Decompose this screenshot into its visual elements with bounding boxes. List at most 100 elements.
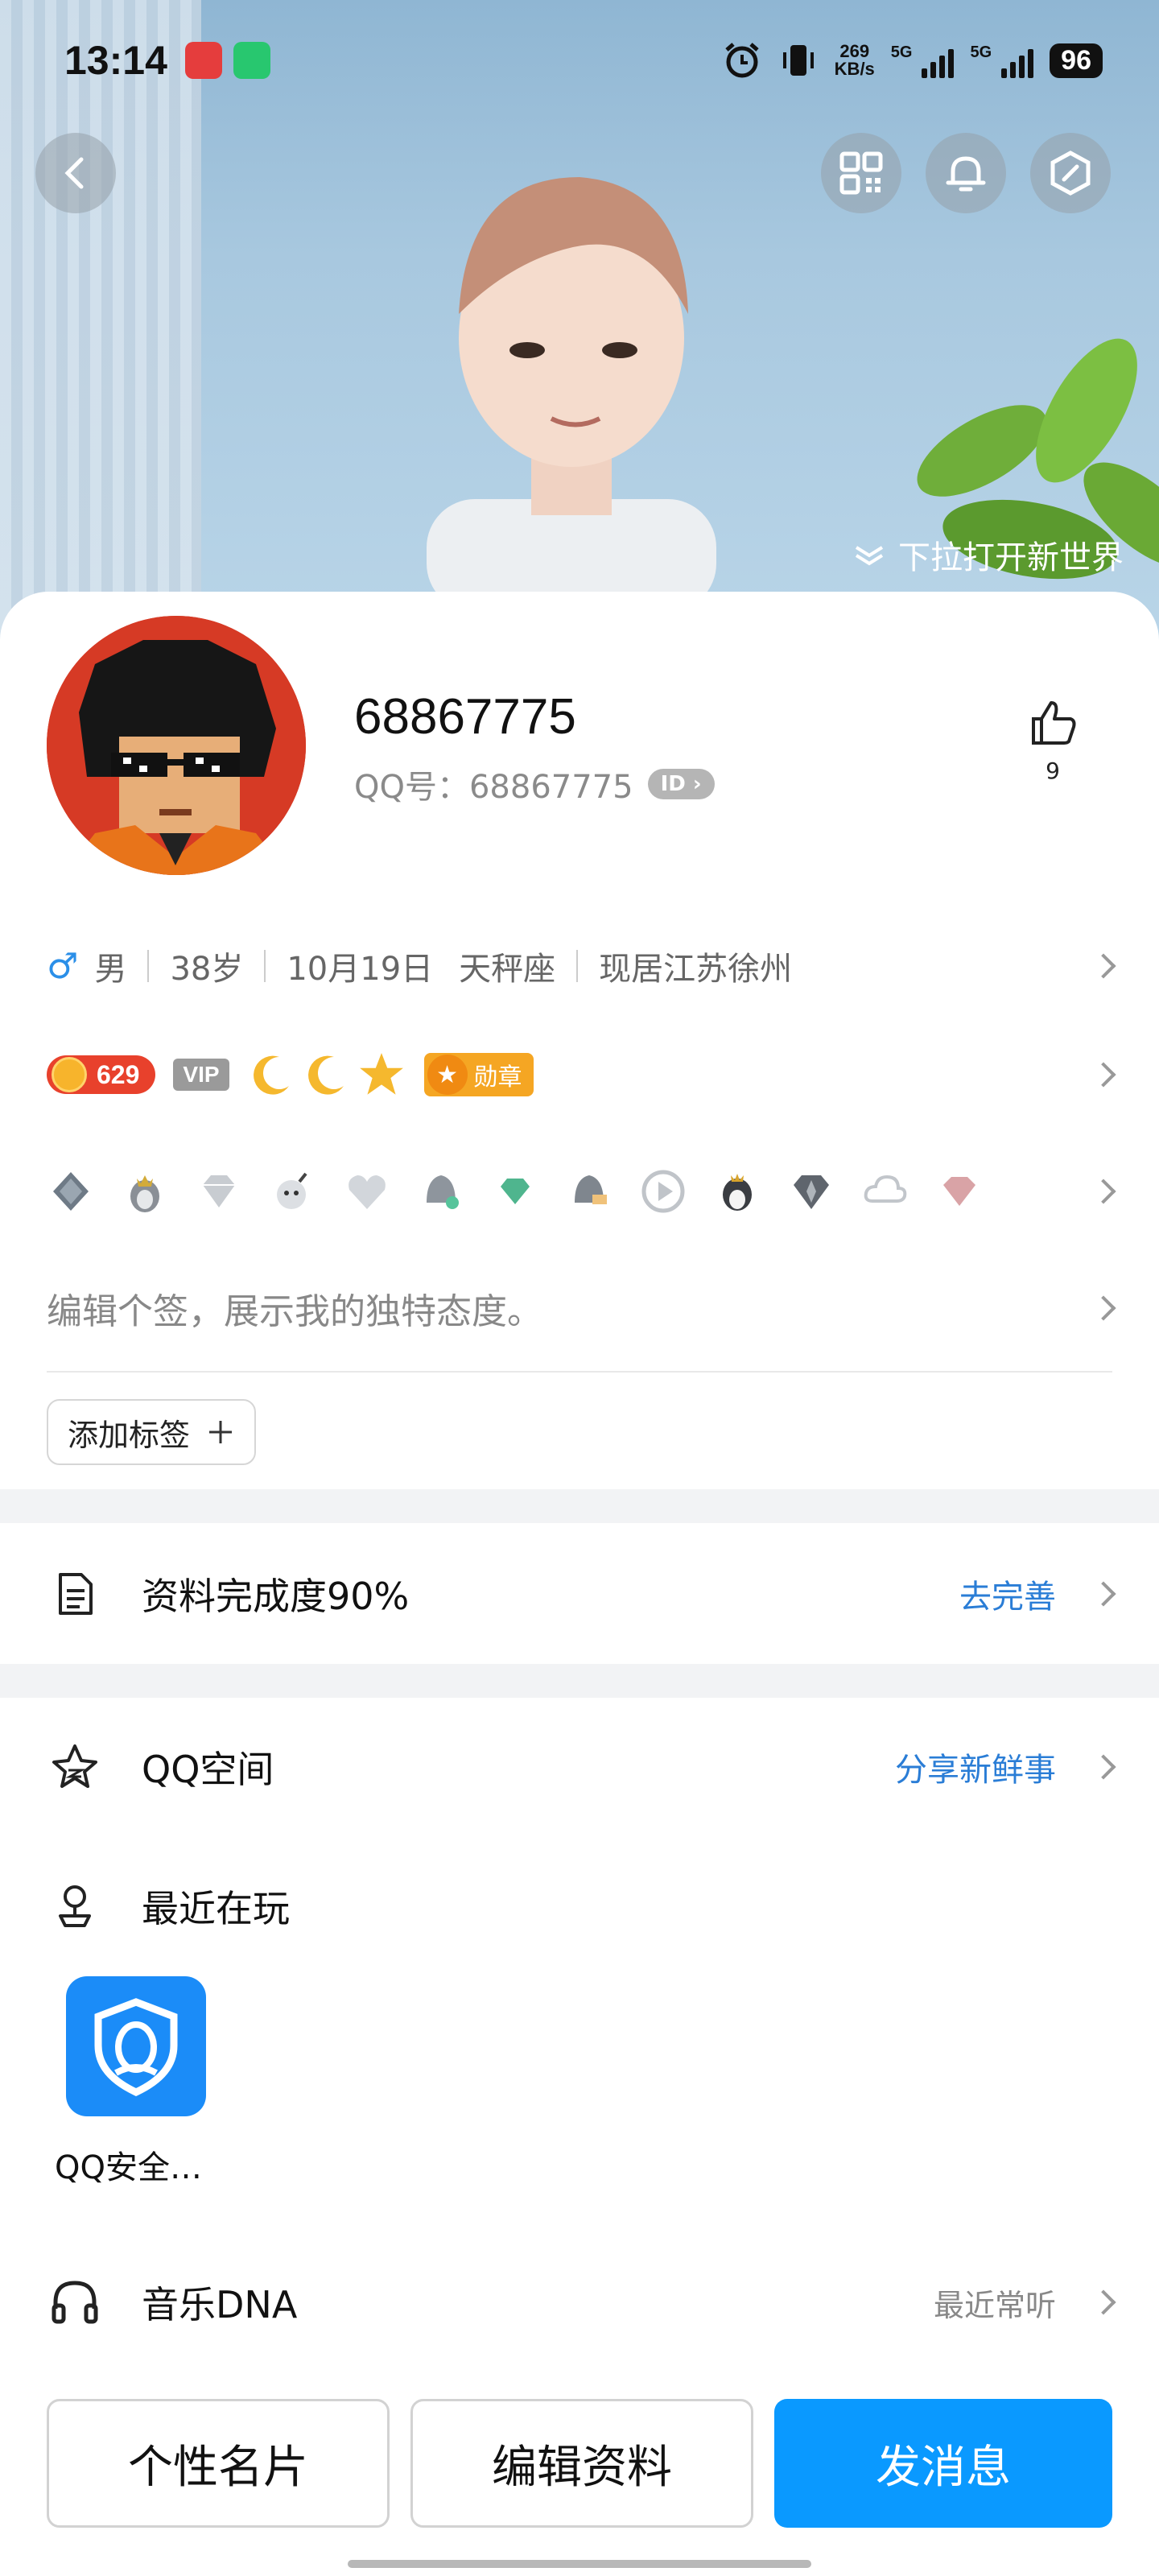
chevron-right-icon: [1091, 2289, 1116, 2315]
edit-profile-button[interactable]: 编辑资料: [410, 2399, 753, 2528]
pull-down-hint[interactable]: 下拉打开新世界: [852, 531, 1124, 578]
alarm-icon: [725, 43, 759, 78]
diamond-icon: [203, 1175, 235, 1208]
pixel-avatar-image: [47, 616, 306, 875]
back-button[interactable]: [35, 133, 116, 213]
signature-row[interactable]: 编辑个签，展示我的独特态度。: [47, 1280, 1116, 1336]
profile-card-button[interactable]: 个性名片: [47, 2399, 390, 2528]
like-count: 9: [1046, 758, 1060, 784]
network-type-1: 5G: [890, 43, 913, 61]
qq-security-app-tile[interactable]: [66, 1976, 206, 2116]
thumbs-up-icon: [1032, 701, 1076, 745]
shield-penguin-icon: [94, 1998, 178, 2096]
notifications-button[interactable]: [926, 133, 1006, 213]
plus-icon: [209, 1421, 233, 1443]
recent-play-label: 最近在玩: [142, 1887, 290, 1930]
divider: [576, 950, 579, 982]
complete-profile-link[interactable]: 去完善: [959, 1571, 1056, 1617]
achievement-icons-row[interactable]: [47, 1159, 1116, 1224]
qq-number: QQ号：68867775: [354, 769, 633, 806]
recent-play-row: 最近在玩: [47, 1866, 1112, 1946]
heart-icon: [349, 1175, 386, 1209]
completion-label: 资料完成度90%: [142, 1575, 410, 1618]
chevron-right-icon: [1091, 1581, 1116, 1607]
like-button[interactable]: 9: [1027, 696, 1079, 784]
music-dna-row[interactable]: 音乐DNA 最近常听: [47, 2262, 1116, 2343]
badges-row[interactable]: 629 VIP ★ 勋章: [47, 1046, 1116, 1103]
male-icon: ♂: [47, 945, 79, 987]
basic-info-row[interactable]: ♂ 男 38岁 10月19日 天秤座 现居江苏徐州: [47, 938, 1116, 994]
document-icon: [47, 1566, 103, 1622]
pink-diamond-icon: [943, 1177, 975, 1206]
crowned-penguin-icon: [130, 1175, 159, 1212]
status-time: 13:14: [64, 38, 167, 83]
divider: [264, 950, 266, 982]
id-badge[interactable]: ID ›: [647, 769, 715, 799]
more-settings-button[interactable]: [1030, 133, 1111, 213]
dark-diamond-icon: [794, 1175, 829, 1209]
star-outline-icon: [47, 1739, 103, 1795]
qzone-row[interactable]: QQ空间 分享新鲜事: [47, 1727, 1116, 1807]
share-news-link[interactable]: 分享新鲜事: [895, 1744, 1056, 1790]
birthday: 10月19日: [287, 951, 434, 988]
add-tag-button[interactable]: 添加标签: [47, 1399, 257, 1465]
medal-badge: ★ 勋章: [423, 1053, 534, 1096]
penguin-gem-icon: [427, 1175, 459, 1209]
section-divider: [0, 1489, 1159, 1523]
phone-app-icon: [233, 42, 270, 79]
qq-security-app-label: QQ安全…: [55, 2149, 202, 2186]
green-diamond-icon: [501, 1179, 530, 1204]
pull-down-text: 下拉打开新世界: [898, 539, 1124, 576]
coin-icon: [52, 1057, 87, 1092]
music-dna-label: 音乐DNA: [142, 2283, 298, 2326]
signature-placeholder: 编辑个签，展示我的独特态度。: [47, 1291, 542, 1332]
network-type-2: 5G: [970, 43, 992, 61]
qr-code-icon: [839, 151, 883, 195]
vip-badge: VIP: [173, 1059, 229, 1091]
game-pin-icon: [47, 1878, 103, 1934]
play-icon: [641, 1170, 685, 1213]
cover-3d-avatar: [427, 177, 716, 604]
zodiac: 天秤座: [459, 951, 556, 988]
section-divider: [0, 1664, 1159, 1698]
qq-number-row[interactable]: QQ号：68867775 ID ›: [354, 761, 715, 807]
notification-app-icon: [184, 42, 222, 79]
chevron-right-icon: [1091, 953, 1116, 979]
net-speed: 269 KB/s: [834, 41, 875, 79]
headphones-icon: [47, 2274, 103, 2330]
divider: [47, 1371, 1112, 1373]
send-message-button[interactable]: 发消息: [774, 2399, 1112, 2528]
avatar[interactable]: [47, 616, 306, 875]
nickname: 68867775: [354, 689, 576, 745]
signal-icon-1: [922, 43, 955, 78]
battery-indicator: 96: [1050, 43, 1103, 78]
vibrate-icon: [782, 45, 814, 76]
medal-star-icon: ★: [427, 1055, 468, 1095]
moon-icon: [307, 1055, 344, 1095]
divider: [147, 950, 150, 982]
recently-played-link[interactable]: 最近常听: [934, 2281, 1056, 2325]
status-bar: 13:14 269 KB/s 5G 5G 96: [64, 32, 1103, 89]
qr-code-button[interactable]: [821, 133, 901, 213]
home-indicator[interactable]: [348, 2560, 811, 2568]
curtain-decoration: [0, 0, 201, 644]
penguin-cake-icon: [575, 1175, 607, 1204]
penguin-icon: [723, 1174, 752, 1211]
chevron-right-icon: [1091, 1179, 1116, 1204]
chevron-right-icon: [1091, 1295, 1116, 1321]
hexagon-settings-icon: [1050, 151, 1091, 196]
double-chevron-down-icon: [855, 546, 884, 566]
add-tag-label: 添加标签: [68, 1417, 191, 1453]
gender: 男: [94, 951, 127, 988]
profile-cover[interactable]: 13:14 269 KB/s 5G 5G 96 下拉打开新世界: [0, 0, 1159, 644]
profile-completion-row[interactable]: 资料完成度90% 去完善: [47, 1554, 1116, 1634]
signal-icon-2: [1001, 43, 1034, 78]
bell-icon: [946, 156, 986, 192]
penguin-helmet-icon: [53, 1172, 89, 1211]
cloud-icon: [864, 1174, 907, 1203]
coin-badge: 629: [47, 1055, 156, 1094]
chevron-left-icon: [64, 157, 84, 189]
qzone-label: QQ空间: [142, 1748, 274, 1791]
age: 38岁: [170, 951, 244, 988]
chevron-right-icon: [1091, 1062, 1116, 1088]
